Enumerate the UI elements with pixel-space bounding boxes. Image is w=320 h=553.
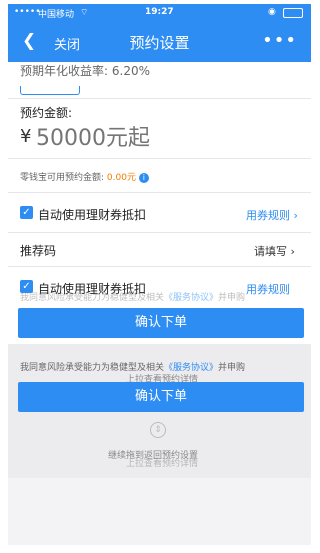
location-icon: ◉ [268,7,276,17]
status-bar: ••••• 中国移动 ⌔ 19:27 ◉ [8,4,311,22]
agreement-text-ghost: 我同意风险承受能力为稳健型及相关《服务协议》并申购 [20,293,246,303]
referral-input-link[interactable]: 请填写 › [254,243,295,259]
referral-label: 推荐码 [20,244,57,258]
voucher-rule-link[interactable]: 用券规则 › [246,207,298,223]
amount-input[interactable] [34,122,278,154]
rate-label: 预期年化收益率: 6.20% [20,64,150,78]
balance-value: 0.00元 [106,173,136,183]
pull-up-panel: 我同意风险承受能力为稳健型及相关《服务协议》并申购 上拉查看预约详情 确认下单 … [8,344,311,478]
battery-icon [283,8,303,18]
balance-row: 零钱宝可用预约金额: 0.00元 i [20,170,149,183]
rate-tab-indicator [20,86,80,95]
rate-value: 6.20% [111,64,150,78]
wifi-icon: ⌔ [80,8,89,18]
signal-icon: ••••• [14,7,41,17]
currency-symbol: ¥ [20,126,32,147]
drag-handle-icon[interactable]: ⇕ [150,422,166,438]
voucher-label: 自动使用理财券抵扣 [38,208,147,222]
divider [8,98,311,99]
voucher-checkbox[interactable]: ✓ [20,206,33,219]
chevron-right-icon: › [290,245,295,258]
carrier-label: 中国移动 [38,10,75,20]
reservation-form-card: 预期年化收益率: 6.20% 预约金额: ¥ 零钱宝可用预约金额: 0.00元 … [8,62,311,344]
phone-screen: ••••• 中国移动 ⌔ 19:27 ◉ ❮ 关闭 预约设置 ••• 预期年化收… [8,4,311,545]
bottom-blank [8,478,311,545]
divider [8,232,311,233]
more-options-icon[interactable]: ••• [262,30,297,51]
navigation-bar: ❮ 关闭 预约设置 ••• [8,22,311,62]
confirm-order-button-secondary[interactable]: 确认下单 [18,382,304,412]
divider [8,266,311,267]
info-icon[interactable]: i [138,173,149,183]
chevron-right-icon: › [293,209,298,222]
divider [8,192,311,193]
divider [8,158,311,159]
amount-label: 预约金额: [20,106,73,120]
pull-up-hint-ghost: 上拉查看预约详情 [126,459,199,469]
voucher-rule-link-ghost[interactable]: 用券规则 [246,281,290,297]
clock: 19:27 [145,7,174,17]
confirm-order-button[interactable]: 确认下单 [18,308,304,338]
